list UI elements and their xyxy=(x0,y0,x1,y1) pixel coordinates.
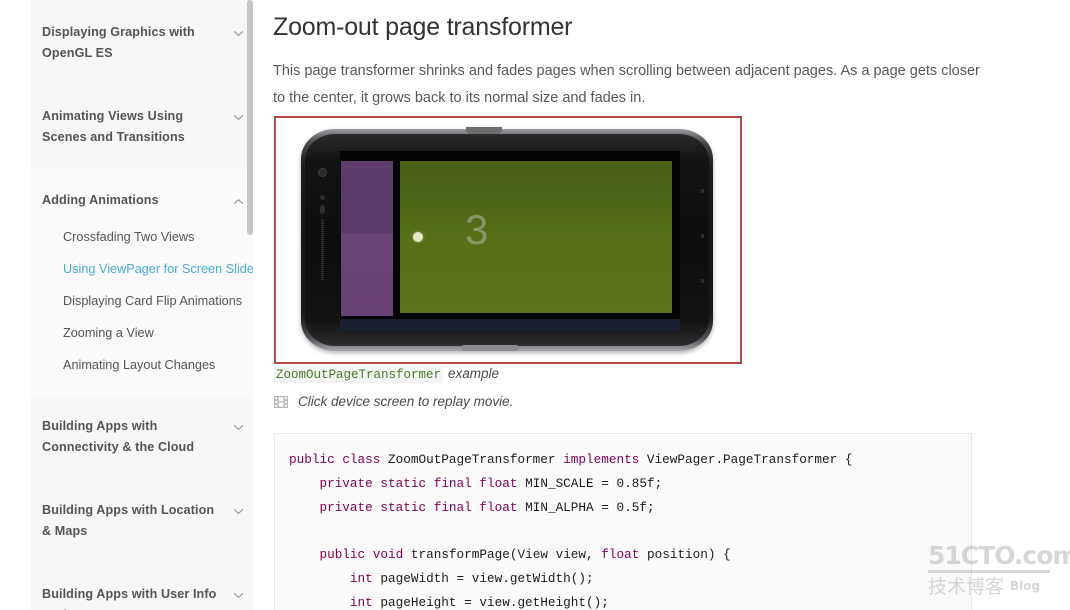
sidebar-item-animating-layout-changes[interactable]: Animating Layout Changes xyxy=(31,349,253,381)
sidebar-group-label: Building Apps with User Info & Sign-In xyxy=(42,587,217,610)
chevron-up-icon[interactable] xyxy=(232,195,245,208)
sidebar-group-label: Animating Views Using Scenes and Transit… xyxy=(42,109,185,144)
sidebar-item-zooming-a-view[interactable]: Zooming a View xyxy=(31,317,253,349)
screen-dot-indicator xyxy=(413,232,423,242)
code-sample-block[interactable]: public class ZoomOutPageTransformer impl… xyxy=(274,433,972,610)
sidebar-group: Adding Animations Crossfading Two Views Us… xyxy=(31,169,253,395)
sidebar-group-header[interactable]: Building Apps with Connectivity & the Cl… xyxy=(31,395,253,479)
sidebar-group-header[interactable]: Building Apps with User Info & Sign-In xyxy=(31,563,253,610)
sidebar-group: Building Apps with Connectivity & the Cl… xyxy=(31,395,253,479)
android-device-mockup: 3 xyxy=(301,127,713,351)
figure-caption-text: example xyxy=(448,366,500,381)
main-content: Zoom-out page transformer This page tran… xyxy=(253,0,1070,610)
sidebar-navigation: Displaying Graphics with OpenGL ES Animat… xyxy=(31,0,253,610)
sidebar-group: Building Apps with User Info & Sign-In xyxy=(31,563,253,610)
sidebar-group-header[interactable]: Animating Views Using Scenes and Transit… xyxy=(31,85,253,169)
page-root: Displaying Graphics with OpenGL ES Animat… xyxy=(0,0,1070,610)
chevron-down-icon[interactable] xyxy=(232,505,245,518)
device-screen[interactable]: 3 xyxy=(340,151,680,331)
sidebar-group-list: Displaying Graphics with OpenGL ES Animat… xyxy=(31,0,253,610)
page-title: Zoom-out page transformer xyxy=(273,13,573,41)
sidebar-group-header[interactable]: Building Apps with Location & Maps xyxy=(31,479,253,563)
screen-navigation-bar xyxy=(340,319,680,331)
sidebar-group-label: Displaying Graphics with OpenGL ES xyxy=(42,25,195,60)
device-side-button-middle xyxy=(701,234,704,238)
chevron-down-icon[interactable] xyxy=(232,589,245,602)
watermark-blog-label: Blog xyxy=(1010,579,1041,593)
code-sample-text: public class ZoomOutPageTransformer impl… xyxy=(289,452,853,610)
device-speaker-grill xyxy=(321,219,324,281)
chevron-down-icon[interactable] xyxy=(232,421,245,434)
replay-hint-text: Click device screen to replay movie. xyxy=(298,394,514,409)
sidebar-group-header[interactable]: Displaying Graphics with OpenGL ES xyxy=(31,0,253,85)
sidebar-item-crossfading-two-views[interactable]: Crossfading Two Views xyxy=(31,221,253,253)
device-side-button-top xyxy=(701,189,704,193)
device-sensor-icon xyxy=(320,195,325,200)
figure-caption: ZoomOutPageTransformer example xyxy=(274,366,500,383)
screen-page-number: 3 xyxy=(465,206,489,253)
screen-green-page xyxy=(400,161,672,313)
device-bottom-notch xyxy=(461,345,519,351)
device-bezel: 3 xyxy=(305,134,709,346)
sidebar-subitem-list: Crossfading Two Views Using ViewPager for… xyxy=(31,221,253,395)
sidebar-group: Building Apps with Location & Maps xyxy=(31,479,253,563)
replay-hint: Click device screen to replay movie. xyxy=(274,394,513,409)
device-sensor-secondary-icon xyxy=(320,205,325,214)
device-side-button-bottom xyxy=(701,279,704,283)
intro-paragraph: This page transformer shrinks and fades … xyxy=(273,63,980,106)
sidebar-group-header[interactable]: Adding Animations xyxy=(31,169,253,221)
sidebar-item-displaying-card-flip-animations[interactable]: Displaying Card Flip Animations xyxy=(31,285,253,317)
sidebar-group-label: Building Apps with Connectivity & the Cl… xyxy=(42,419,195,454)
sidebar-group-label: Adding Animations xyxy=(42,193,159,207)
device-front-camera-icon xyxy=(318,168,327,177)
sidebar-group: Animating Views Using Scenes and Transit… xyxy=(31,85,253,169)
device-video-figure[interactable]: 3 xyxy=(274,116,742,364)
chevron-down-icon[interactable] xyxy=(232,27,245,40)
chevron-down-icon[interactable] xyxy=(232,111,245,124)
figure-caption-code: ZoomOutPageTransformer xyxy=(274,367,444,383)
sidebar-group: Displaying Graphics with OpenGL ES xyxy=(31,0,253,85)
device-top-notch xyxy=(466,127,502,134)
sidebar-group-label: Building Apps with Location & Maps xyxy=(42,503,215,538)
sidebar-item-using-viewpager-for-screen-slide[interactable]: Using ViewPager for Screen Slide xyxy=(31,253,253,285)
film-strip-icon xyxy=(274,395,288,408)
screen-purple-page xyxy=(341,161,393,316)
